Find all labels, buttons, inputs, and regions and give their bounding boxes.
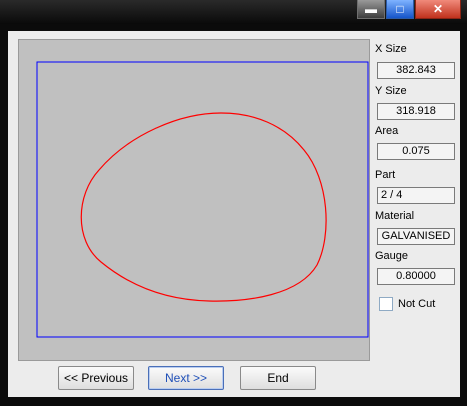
window-controls: ▬ □ ✕ bbox=[357, 0, 461, 20]
not-cut-label: Not Cut bbox=[398, 298, 436, 310]
previous-button[interactable]: << Previous bbox=[58, 366, 134, 390]
minimize-icon[interactable]: ▬ bbox=[357, 0, 385, 19]
y-size-field: 318.918 bbox=[377, 103, 455, 120]
gauge-field: 0.80000 bbox=[377, 268, 455, 285]
sheet-boundary bbox=[36, 61, 369, 338]
checkbox-box[interactable] bbox=[379, 297, 393, 311]
part-drawing bbox=[36, 61, 369, 338]
x-size-field: 382.843 bbox=[377, 62, 455, 79]
dialog-window: ▬ □ ✕ X Size 382.843 Y Size 318.918 Area… bbox=[0, 0, 467, 406]
area-label: Area bbox=[375, 125, 399, 137]
material-field: GALVANISED bbox=[377, 228, 455, 245]
gauge-label: Gauge bbox=[375, 250, 409, 262]
material-label: Material bbox=[375, 210, 415, 222]
next-button[interactable]: Next >> bbox=[148, 366, 224, 390]
end-button[interactable]: End bbox=[240, 366, 316, 390]
part-preview bbox=[18, 39, 370, 361]
dialog-client-area: X Size 382.843 Y Size 318.918 Area 0.075… bbox=[8, 31, 460, 397]
part-outline bbox=[80, 112, 327, 302]
close-icon[interactable]: ✕ bbox=[415, 0, 461, 19]
not-cut-checkbox[interactable]: Not Cut bbox=[379, 297, 435, 311]
part-label: Part bbox=[375, 169, 396, 181]
part-field: 2 / 4 bbox=[377, 187, 455, 204]
maximize-icon[interactable]: □ bbox=[386, 0, 414, 19]
y-size-label: Y Size bbox=[375, 85, 407, 97]
x-size-label: X Size bbox=[375, 43, 407, 55]
title-bar: ▬ □ ✕ bbox=[0, 0, 467, 24]
area-field: 0.075 bbox=[377, 143, 455, 160]
